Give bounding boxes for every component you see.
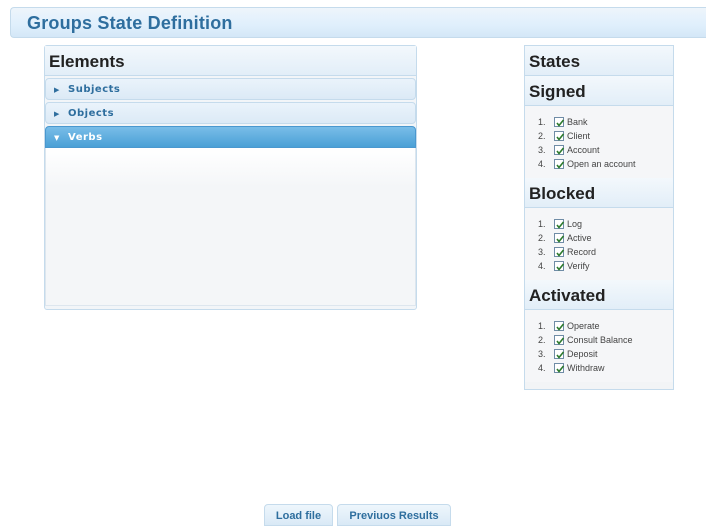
states-panel-title: States	[525, 46, 673, 76]
list-item: 2. Client	[538, 131, 591, 141]
state-list-blocked: 1. Log 2. Active 3. Record 4. Verify	[525, 208, 673, 280]
checkbox[interactable]	[554, 261, 565, 271]
accordion-label: Subjects	[68, 84, 121, 95]
accordion-label: Objects	[68, 108, 115, 119]
accordion-subjects[interactable]: ▶ Subjects	[45, 78, 416, 100]
accordion-verbs-content	[45, 148, 416, 306]
checkbox[interactable]	[554, 349, 565, 359]
list-item: 3. Record	[538, 247, 597, 257]
state-group-title: Signed	[525, 76, 673, 106]
chevron-right-icon: ▶	[54, 110, 60, 118]
list-item: 3. Account	[538, 145, 600, 155]
checkbox[interactable]	[554, 219, 565, 229]
chevron-down-icon: ▼	[54, 134, 60, 142]
page-header: Groups State Definition	[10, 7, 706, 38]
checkbox[interactable]	[554, 117, 565, 127]
list-item: 1. Operate	[538, 321, 600, 331]
state-group-title: Blocked	[525, 178, 673, 208]
list-item: 4. Open an account	[538, 159, 636, 169]
accordion-objects[interactable]: ▶ Objects	[45, 102, 416, 124]
checkbox[interactable]	[554, 335, 565, 345]
accordion-verbs[interactable]: ▼ Verbs	[45, 126, 416, 148]
list-item: 3. Deposit	[538, 349, 598, 359]
elements-panel-title: Elements	[45, 46, 416, 76]
checkbox[interactable]	[554, 145, 565, 155]
list-item: 1. Bank	[538, 117, 588, 127]
checkbox[interactable]	[554, 159, 565, 169]
list-item: 2. Consult Balance	[538, 335, 633, 345]
state-list-activated: 1. Operate 2. Consult Balance 3. Deposit 4.…	[525, 310, 673, 382]
list-item: 1. Log	[538, 219, 583, 229]
checkbox[interactable]	[554, 321, 565, 331]
states-panel: States Signed 1. Bank 2. Client 3. Account …	[524, 45, 674, 390]
checkbox[interactable]	[554, 363, 565, 373]
state-list-signed: 1. Bank 2. Client 3. Account 4. Open an acco…	[525, 106, 673, 178]
state-group-title: Activated	[525, 280, 673, 310]
checkbox[interactable]	[554, 131, 565, 141]
accordion-label: Verbs	[68, 132, 103, 143]
page-title: Groups State Definition	[27, 13, 233, 33]
chevron-right-icon: ▶	[54, 86, 60, 94]
list-item: 2. Active	[538, 233, 592, 243]
list-item: 4. Verify	[538, 261, 590, 271]
list-item: 4. Withdraw	[538, 363, 605, 373]
elements-panel: Elements ▶ Subjects ▶ Objects ▼ Verbs	[44, 45, 417, 310]
checkbox[interactable]	[554, 233, 565, 243]
checkbox[interactable]	[554, 247, 565, 257]
